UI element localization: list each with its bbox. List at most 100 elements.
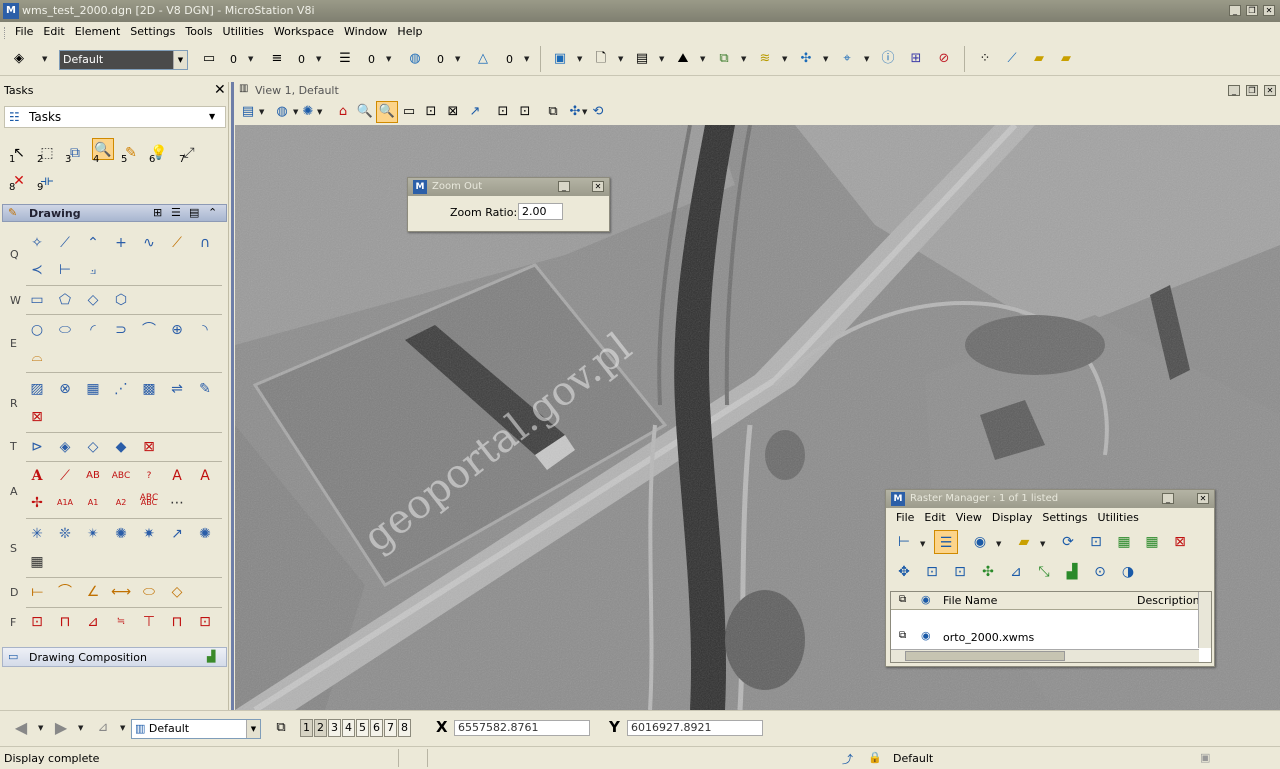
line-tool-icon[interactable]: ⟋	[1001, 48, 1023, 70]
arc-edge-icon[interactable]: ◝	[194, 319, 216, 341]
window-area-icon[interactable]: ▭	[398, 101, 420, 123]
chevron-down-icon[interactable]: ▼	[78, 724, 83, 732]
modify-arc-radius-icon[interactable]: ⌓	[26, 346, 48, 368]
raster-close-button[interactable]: ✕	[1197, 493, 1209, 504]
view-1-canvas[interactable]: geoportal.gov.pl Zoom Out M _ ✕ Zoom Rat…	[235, 125, 1280, 710]
chevron-down-icon[interactable]: ▼	[920, 540, 925, 548]
place-smartline-icon[interactable]: ✧	[26, 232, 48, 254]
modify-element-icon[interactable]: ⊡	[26, 611, 48, 633]
chevron-down-icon[interactable]: ▼	[659, 55, 664, 63]
open-folder-icon[interactable]: ▰	[1012, 530, 1036, 554]
chevron-down-icon[interactable]: ▼	[618, 55, 623, 63]
fit-view-icon[interactable]: ⊡	[420, 101, 442, 123]
line-weight-icon[interactable]: ☰	[334, 48, 356, 70]
circle-icon[interactable]: ○	[26, 319, 48, 341]
layers-icon[interactable]: ≋	[754, 48, 776, 70]
table-icon[interactable]: ▦	[26, 551, 48, 573]
enter-data-field-icon[interactable]: ⋯	[166, 492, 188, 514]
place-line-icon[interactable]: ⟋	[54, 232, 76, 254]
view-3-button[interactable]: 3	[328, 719, 341, 737]
color-icon[interactable]: ▭	[198, 48, 220, 70]
text-node-icon[interactable]: AB	[82, 465, 104, 487]
zoom-ratio-input[interactable]: 2.00	[518, 203, 563, 220]
raster-layers-icon[interactable]: ▦	[1112, 530, 1136, 554]
ellipse-icon[interactable]: ⬭	[54, 319, 76, 341]
menu-workspace[interactable]: Workspace	[269, 22, 339, 38]
drawing-group-header[interactable]: ✎ Drawing ⊞ ☰ ▤ ⌃	[2, 204, 227, 222]
chevron-down-icon[interactable]: ▼	[455, 55, 460, 63]
dimension-arc-icon[interactable]: ⌒	[54, 581, 76, 603]
dimension-radial-icon[interactable]: ✺	[110, 523, 132, 545]
place-cell-icon[interactable]: ⊳	[26, 436, 48, 458]
chevron-down-icon[interactable]: ▼	[700, 55, 705, 63]
reload-icon[interactable]: ⟳	[1056, 530, 1080, 554]
show-pattern-icon[interactable]: ▩	[138, 378, 160, 400]
clip-icon[interactable]: ⊡	[948, 560, 972, 584]
pattern-area-icon[interactable]: ▦	[82, 378, 104, 400]
chevron-down-icon[interactable]: ▼	[864, 55, 869, 63]
shape-icon[interactable]: ⬠	[54, 289, 76, 311]
rotate-view-icon[interactable]: ⊠	[442, 101, 464, 123]
tangent-icon[interactable]: ⟓	[82, 259, 104, 281]
priority-icon[interactable]: △	[472, 48, 494, 70]
icon-view-icon[interactable]: ⊞	[153, 206, 162, 219]
chevron-down-icon[interactable]: ▼	[741, 55, 746, 63]
orthogonal-shape-icon[interactable]: ◇	[82, 289, 104, 311]
menu-edit[interactable]: Edit	[38, 22, 69, 38]
place-note-icon[interactable]: ✢	[26, 492, 48, 514]
arc-icon[interactable]: ◜	[82, 319, 104, 341]
chevron-down-icon[interactable]: ▼	[120, 724, 125, 732]
close-icon[interactable]: ✕	[214, 82, 226, 98]
text-box-icon[interactable]: ABC	[138, 492, 160, 514]
raster-menu-edit[interactable]: Edit	[924, 511, 945, 524]
view-groups-icon[interactable]: ⧉	[270, 717, 292, 739]
display-text-icon[interactable]: A2	[110, 492, 132, 514]
chevron-down-icon[interactable]: ▼	[246, 720, 260, 738]
transform-icon[interactable]: ✥	[892, 560, 916, 584]
increment-text-icon[interactable]: A1A	[54, 492, 76, 514]
view-6-button[interactable]: 6	[370, 719, 383, 737]
histogram-icon[interactable]: ▟	[1060, 560, 1084, 584]
chevron-down-icon[interactable]: ▼	[42, 55, 47, 63]
back-icon[interactable]: ◀	[10, 717, 32, 739]
trim-element-icon[interactable]: ≒	[110, 611, 132, 633]
chevron-down-icon[interactable]: ▼	[317, 108, 322, 116]
levels-icon[interactable]: ⧉	[713, 48, 735, 70]
one-to-one-icon[interactable]: ⊙	[1088, 560, 1112, 584]
place-dimension-icon[interactable]: ✳	[26, 523, 48, 545]
rotate-raster-icon[interactable]: ⤡	[1032, 560, 1056, 584]
chevron-down-icon[interactable]: ▼	[823, 55, 828, 63]
update-view-icon[interactable]: ⌂	[332, 101, 354, 123]
chevron-down-icon[interactable]: ▼	[173, 51, 187, 69]
forward-icon[interactable]: ▶	[50, 717, 72, 739]
tree-view-icon[interactable]: ⊢	[892, 530, 916, 554]
text-along-icon[interactable]: ⟋	[54, 465, 76, 487]
find-text-icon[interactable]: ?ABC	[138, 465, 160, 503]
file-name-column-header[interactable]: File Name	[943, 594, 997, 607]
linear-pattern-icon[interactable]: ⋰	[110, 378, 132, 400]
menu-window[interactable]: Window	[339, 22, 392, 38]
chevron-down-icon[interactable]: ▼	[524, 55, 529, 63]
insert-vertex-icon[interactable]: ⊓	[166, 611, 188, 633]
view-close-button[interactable]: ✕	[1264, 85, 1276, 96]
view-7-button[interactable]: 7	[384, 719, 397, 737]
clip-volume-icon[interactable]: ⟲	[587, 101, 609, 123]
move-raster-icon[interactable]: ✣	[976, 560, 1000, 584]
snap-icon[interactable]: ✣	[795, 48, 817, 70]
crosshatch-icon[interactable]: ⊗	[54, 378, 76, 400]
restore-button[interactable]: ❐	[1246, 5, 1258, 16]
accudraw-icon[interactable]: ⊿	[92, 717, 114, 739]
chevron-down-icon[interactable]: ▼	[1040, 540, 1045, 548]
chevron-down-icon[interactable]: ▼	[248, 55, 253, 63]
menu-utilities[interactable]: Utilities	[218, 22, 269, 38]
transparency-globe-icon[interactable]: ◍	[404, 48, 426, 70]
curve-icon[interactable]: ∿	[138, 232, 160, 254]
edit-text-icon[interactable]: A	[194, 465, 216, 487]
dimension-angle-icon[interactable]: ✴	[82, 523, 104, 545]
menu-element[interactable]: Element	[70, 22, 126, 38]
dimension-3d-icon[interactable]: ◇	[166, 581, 188, 603]
chevron-down-icon[interactable]: ▼	[386, 55, 391, 63]
regular-polygon-icon[interactable]: ⬡	[110, 289, 132, 311]
lighting-icon[interactable]: ✺	[297, 101, 319, 123]
dimension-arrow-icon[interactable]: ↗	[166, 523, 188, 545]
